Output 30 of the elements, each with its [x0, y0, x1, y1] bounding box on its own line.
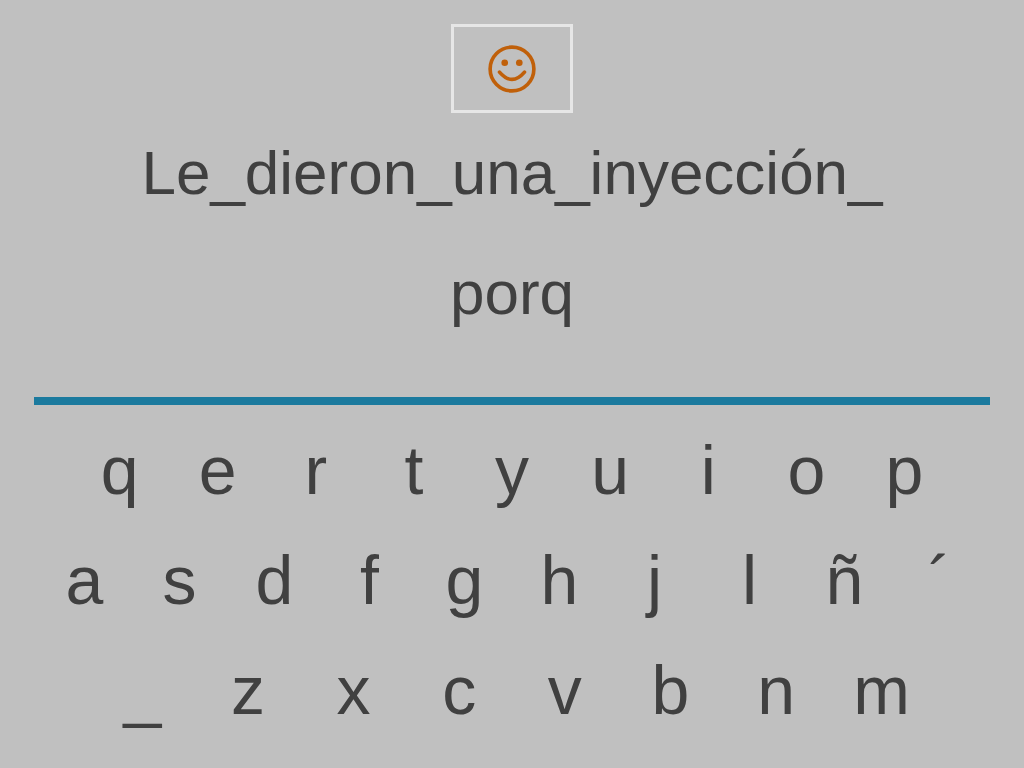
smiley-icon [487, 43, 537, 94]
letter-key[interactable]: d [227, 535, 322, 625]
letter-key[interactable]: y [462, 425, 562, 515]
letter-key[interactable]: ñ [797, 535, 892, 625]
letter-key[interactable]: h [512, 535, 607, 625]
letter-key[interactable]: _ [89, 645, 196, 735]
letter-key[interactable]: s [132, 535, 227, 625]
letter-key[interactable]: x [300, 645, 407, 735]
letter-key[interactable]: f [322, 535, 417, 625]
letter-key[interactable]: r [266, 425, 365, 515]
letter-key[interactable]: j [607, 535, 702, 625]
letter-key[interactable]: z [195, 645, 301, 735]
letter-key[interactable]: c [406, 645, 512, 735]
letter-key[interactable]: n [723, 645, 829, 735]
letter-key[interactable]: p [855, 425, 954, 515]
letter-key[interactable]: e [168, 425, 267, 515]
letter-key[interactable]: a [37, 535, 132, 625]
letter-key[interactable]: q [70, 425, 169, 515]
phrase-text: porq [449, 257, 575, 329]
letter-key[interactable]: i [659, 425, 758, 515]
letter-key[interactable]: m [828, 645, 935, 735]
letter-key[interactable]: u [561, 425, 660, 515]
letter-key[interactable]: b [617, 645, 724, 735]
letter-key[interactable]: ´ [892, 535, 987, 625]
letter-key[interactable]: v [512, 645, 618, 735]
letter-key[interactable]: o [757, 425, 856, 515]
letter-key[interactable]: t [364, 425, 463, 515]
phrase-text: Le_dieron_una_inyección_ [141, 137, 883, 209]
letter-key[interactable]: g [417, 535, 512, 625]
letter-key[interactable]: l [702, 535, 797, 625]
